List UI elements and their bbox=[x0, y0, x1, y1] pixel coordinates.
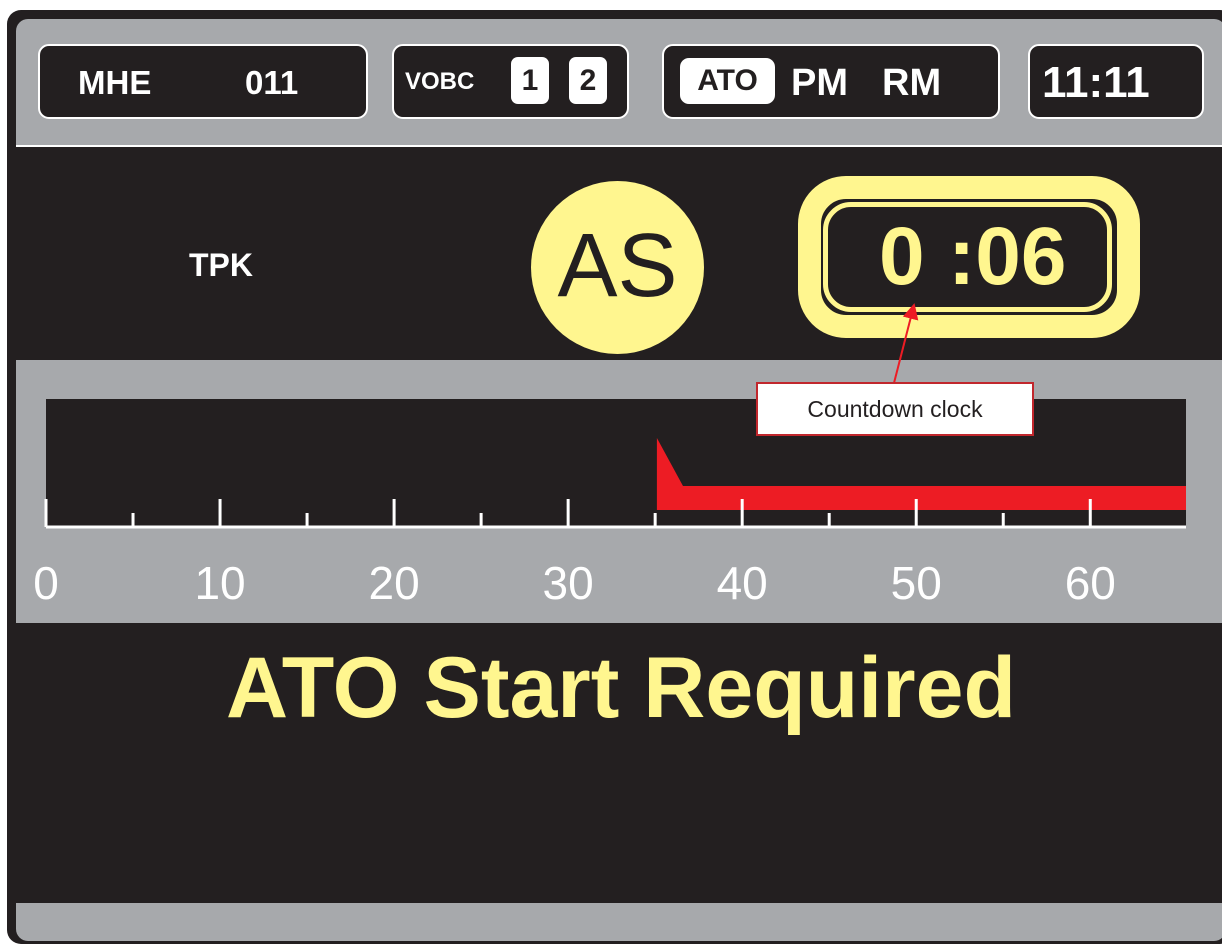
message-band: ATO Start Required bbox=[16, 623, 1222, 903]
train-operator-display: MHE 011 VOBC 1 2 ATO PM RM 11:11 TPK AS … bbox=[16, 19, 1222, 941]
gauge-tick-label: 50 bbox=[891, 557, 942, 609]
annotation-arrow bbox=[893, 303, 919, 384]
gauge-tick-label: 60 bbox=[1065, 557, 1116, 609]
driver-message: ATO Start Required bbox=[225, 640, 1017, 736]
gauge-tick-label: 30 bbox=[543, 557, 594, 609]
gauge-tick-label: 40 bbox=[717, 557, 768, 609]
annotation-callout: Countdown clock bbox=[756, 382, 1034, 436]
gauge-tick-label: 20 bbox=[369, 557, 420, 609]
gauge-tick-label: 10 bbox=[194, 557, 245, 609]
annotation-layer bbox=[893, 303, 919, 384]
gauge-tick-label: 0 bbox=[33, 557, 59, 609]
annotation-text: Countdown clock bbox=[807, 396, 983, 422]
